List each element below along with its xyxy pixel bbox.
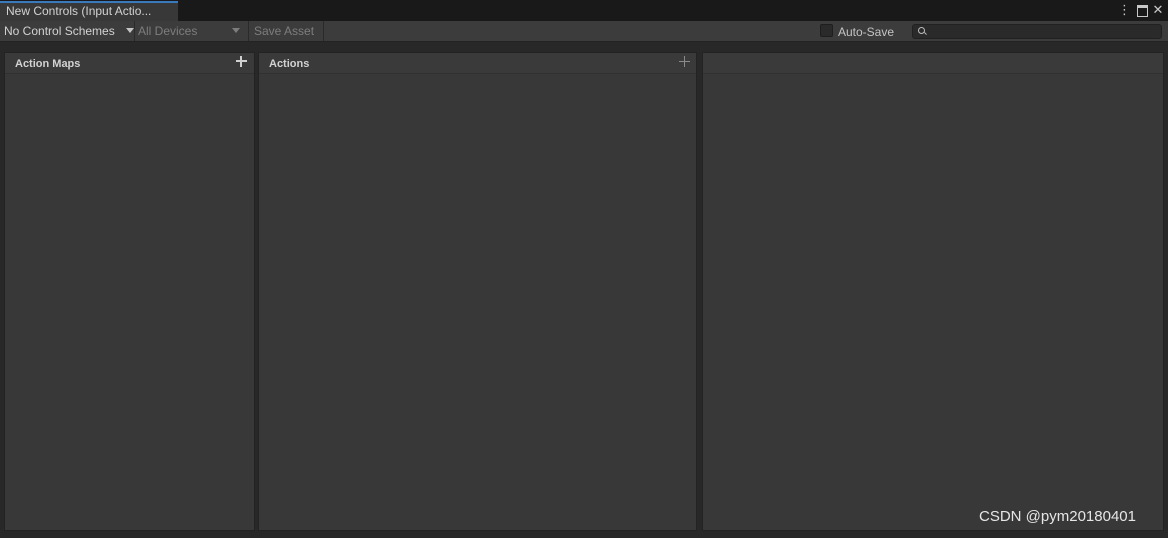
tab-bar: New Controls (Input Actio... ⋮ ✕ — [0, 0, 1168, 21]
control-schemes-dropdown[interactable]: No Control Schemes — [4, 21, 134, 41]
search-input[interactable] — [912, 24, 1162, 39]
action-maps-title: Action Maps — [15, 58, 81, 70]
vertical-dots-icon[interactable]: ⋮ — [1118, 2, 1131, 18]
devices-label: All Devices — [138, 24, 198, 38]
watermark-text: CSDN @pym20180401 — [979, 508, 1136, 525]
search-icon — [918, 27, 925, 34]
add-action-icon[interactable] — [679, 55, 692, 68]
chevron-down-icon — [232, 28, 240, 33]
auto-save-label: Auto-Save — [838, 25, 895, 39]
devices-dropdown[interactable]: All Devices — [138, 21, 244, 41]
chevron-down-icon — [126, 28, 134, 33]
maximize-icon[interactable] — [1134, 2, 1150, 18]
add-action-map-icon[interactable] — [236, 55, 249, 68]
action-maps-header: Action Maps — [5, 53, 254, 74]
tab-input-actions[interactable]: New Controls (Input Actio... — [0, 1, 178, 21]
auto-save-checkbox[interactable] — [820, 24, 833, 37]
properties-header — [703, 53, 1163, 74]
toolbar-divider — [134, 21, 135, 41]
control-schemes-label: No Control Schemes — [4, 24, 115, 38]
save-asset-button[interactable]: Save Asset — [254, 21, 322, 41]
close-icon[interactable]: ✕ — [1150, 2, 1166, 18]
actions-panel: Actions — [258, 52, 697, 531]
properties-panel — [702, 52, 1164, 531]
actions-title: Actions — [269, 58, 310, 70]
input-actions-window: New Controls (Input Actio... ⋮ ✕ No Cont… — [0, 0, 1168, 538]
action-maps-panel: Action Maps — [4, 52, 255, 531]
toolbar-divider — [248, 21, 249, 41]
actions-header: Actions — [259, 53, 696, 74]
toolbar-divider — [323, 21, 324, 41]
